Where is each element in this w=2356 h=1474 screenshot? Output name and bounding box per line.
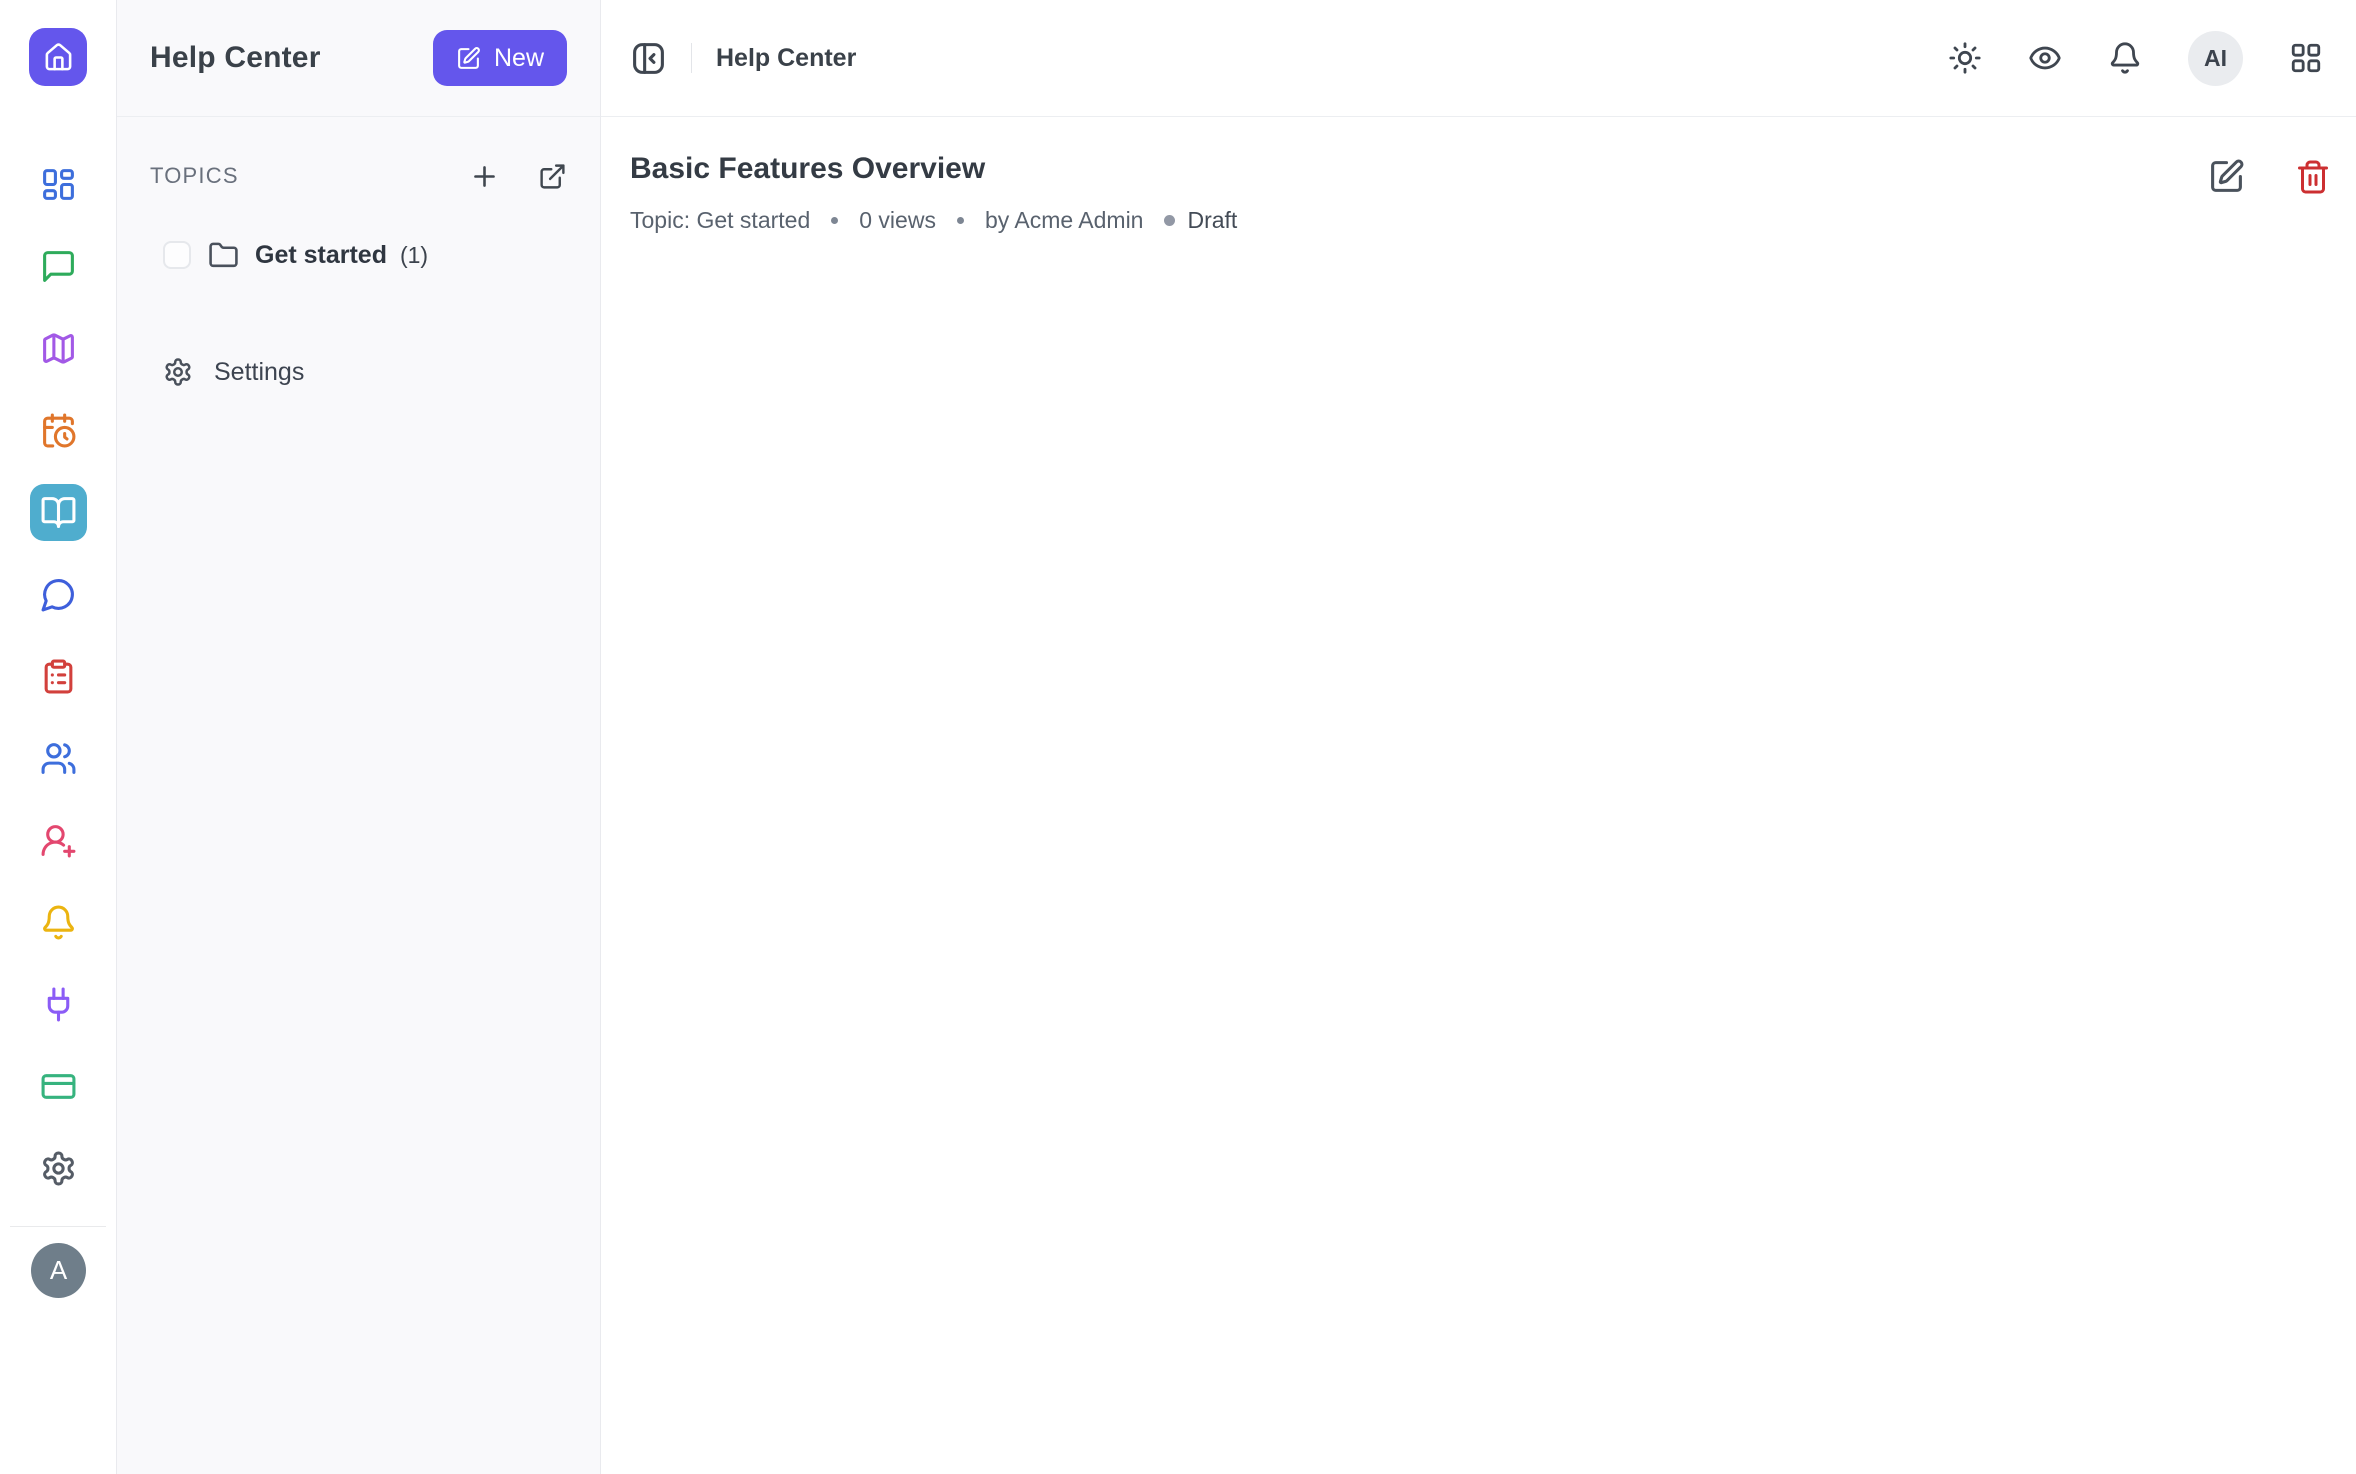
article-title: Basic Features Overview [630,152,1237,185]
theme-toggle-button[interactable] [1948,41,1982,75]
new-button-label: New [494,44,544,73]
book-open-icon [40,494,77,531]
credit-card-icon [40,1068,77,1105]
eye-icon [2028,41,2062,75]
plus-icon [469,161,500,192]
apps-grid-button[interactable] [2289,41,2323,75]
rail-item-chats[interactable] [30,566,87,623]
folder-icon [208,240,239,271]
article-topic: Topic: Get started [630,207,810,234]
rail-item-help-center[interactable] [30,484,87,541]
status-badge: Draft [1164,207,1237,234]
external-link-icon [538,162,567,191]
bell-icon [2108,41,2142,75]
clipboard-list-icon [40,658,77,695]
gear-icon [40,1150,77,1187]
rail-item-journeys[interactable] [30,320,87,377]
map-icon [40,330,77,367]
rail-item-contacts[interactable] [30,730,87,787]
meta-separator-dot [831,217,838,224]
rail-nav [0,156,117,1197]
topic-checkbox[interactable] [163,241,191,269]
layout-dashboard-icon [40,166,77,203]
article-list-item[interactable]: Basic Features Overview Topic: Get start… [601,117,2356,234]
square-pen-icon [2208,158,2245,195]
edit-article-button[interactable] [2208,158,2245,195]
rail-item-reports[interactable] [30,648,87,705]
panel-left-close-icon [630,40,667,77]
users-icon [40,740,77,777]
add-topic-button[interactable] [469,161,500,192]
plug-icon [40,986,77,1023]
help-center-sidebar: Help Center New TOPICS Get started (1) S… [117,0,601,1474]
preview-button[interactable] [2028,41,2062,75]
delete-article-button[interactable] [2295,159,2331,195]
gear-icon [163,357,193,387]
user-plus-icon [40,822,77,859]
rail-item-dashboard[interactable] [30,156,87,213]
main-content: Help Center AI Basic Features Overview T… [601,0,2356,1474]
open-portal-button[interactable] [538,162,567,191]
calendar-clock-icon [40,412,77,449]
article-author: by Acme Admin [985,207,1144,234]
rail-item-add-agent[interactable] [30,812,87,869]
sidebar-item-settings[interactable]: Settings [117,344,600,400]
sun-icon [1948,41,1982,75]
message-circle-icon [40,576,77,613]
rail-item-settings[interactable] [30,1140,87,1197]
header-divider [691,43,692,73]
rail-item-conversations[interactable] [30,238,87,295]
settings-label: Settings [214,358,304,387]
page-title: Help Center [716,44,856,73]
article-meta: Topic: Get started 0 views by Acme Admin… [630,207,1237,234]
meta-separator-dot [957,217,964,224]
topics-heading: TOPICS [150,163,239,189]
topic-label: Get started [255,241,387,270]
layout-grid-icon [2289,41,2323,75]
collapse-sidebar-button[interactable] [630,40,667,77]
rail-item-schedule[interactable] [30,402,87,459]
rail-item-billing[interactable] [30,1058,87,1115]
house-icon [43,42,74,73]
ai-assistant-badge[interactable]: AI [2188,31,2243,86]
rail-divider [10,1226,106,1227]
article-actions [2208,158,2331,195]
user-avatar[interactable]: A [31,1243,86,1298]
topics-section-header: TOPICS [117,153,600,199]
trash-icon [2295,159,2331,195]
notifications-button[interactable] [2108,41,2142,75]
icon-rail: A [0,0,117,1474]
sidebar-title: Help Center [150,41,321,75]
article-views: 0 views [859,207,936,234]
topic-item-get-started[interactable]: Get started (1) [117,227,600,283]
status-dot-icon [1164,215,1175,226]
square-pen-icon [456,46,481,71]
main-header: Help Center AI [601,0,2356,117]
status-label: Draft [1187,207,1237,234]
message-square-icon [40,248,77,285]
sidebar-header: Help Center New [117,0,600,117]
bell-icon [40,904,77,941]
new-article-button[interactable]: New [433,30,567,86]
rail-item-notifications[interactable] [30,894,87,951]
topic-article-count: (1) [400,242,428,269]
home-logo-button[interactable] [29,28,87,86]
rail-item-integrations[interactable] [30,976,87,1033]
